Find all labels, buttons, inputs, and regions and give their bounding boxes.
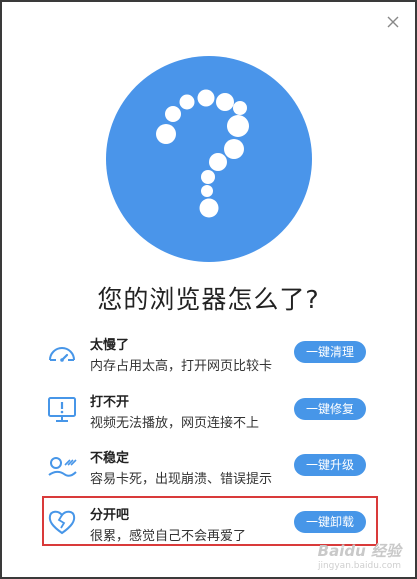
option-description: 内存占用太高，打开网页比较卡: [90, 359, 273, 374]
one-click-repair-button[interactable]: 一键修复: [294, 398, 366, 420]
highlight-box: [42, 496, 378, 546]
watermark: Baidu 经验 jingyan.baidu.com: [318, 540, 401, 571]
browser-help-dialog: 您的浏览器怎么了? 太慢了 内存占用太高，打开网页比较卡 一键清理 打不开 视频…: [2, 2, 415, 577]
option-description: 视频无法播放，网页连接不上: [90, 416, 260, 431]
option-row-unstable: 不稳定 容易卡死，出现崩溃、错误提示 一键升级: [2, 439, 415, 491]
unstable-icon: [46, 449, 78, 481]
one-click-upgrade-button[interactable]: 一键升级: [294, 454, 366, 476]
monitor-alert-icon: [46, 393, 78, 425]
option-title: 打不开: [90, 395, 130, 410]
option-title: 太慢了: [90, 338, 130, 353]
close-icon[interactable]: [385, 14, 401, 30]
speedometer-icon: [46, 336, 78, 368]
watermark-url: jingyan.baidu.com: [317, 561, 401, 571]
watermark-text: Baidu 经验: [317, 542, 401, 560]
question-mark-icon: [106, 56, 312, 262]
option-row-cannot-open: 打不开 视频无法播放，网页连接不上 一键修复: [2, 383, 415, 435]
option-description: 容易卡死，出现崩溃、错误提示: [90, 472, 273, 487]
option-row-slow: 太慢了 内存占用太高，打开网页比较卡 一键清理: [2, 326, 415, 378]
one-click-clean-button[interactable]: 一键清理: [294, 341, 366, 363]
option-title: 不稳定: [90, 451, 130, 466]
page-title: 您的浏览器怎么了?: [97, 285, 320, 314]
